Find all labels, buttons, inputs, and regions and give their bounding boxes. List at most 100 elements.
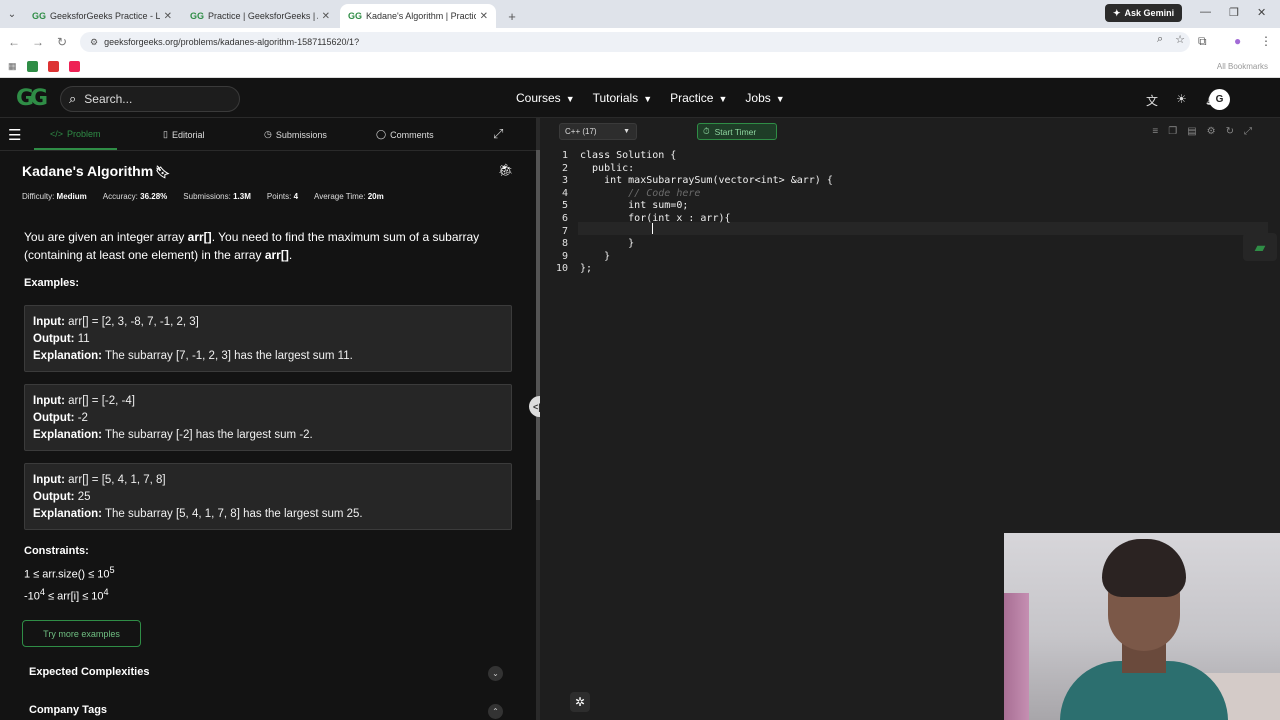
editor-toolbar-icons: ≡ ❐ ▤ ⚙ ↻ ⤢ [1152,126,1252,137]
gfg-favicon-icon: GG [348,11,363,21]
ask-gemini-button[interactable]: ✦ Ask Gemini [1105,4,1183,22]
url-field[interactable]: ⚙ geeksforgeeks.org/problems/kadanes-alg… [80,32,1190,52]
company-tags-accordion[interactable]: Company Tags [29,704,107,716]
reset-icon[interactable]: ↻ [1226,126,1234,137]
close-tab-icon[interactable]: ✕ [480,11,488,22]
apps-grid-icon[interactable]: ▦ [8,61,17,72]
meta-points: Points: 4 [266,192,299,201]
gear-icon[interactable]: ⚙ [1207,126,1216,137]
tab-search-icon[interactable]: ⌄ [0,0,24,28]
constraint-line: 1 ≤ arr.size() ≤ 105 [24,565,115,581]
fullscreen-icon[interactable]: ⤢ [493,126,503,142]
site-header: GG ⌕ Search... Courses ▼ Tutorials ▼ Pract… [0,80,1280,118]
meta-accuracy: Accuracy: 36.28% [102,192,168,201]
meta-average-time: Average Time: 20m [314,192,384,201]
site-info-icon[interactable]: ⚙ [90,37,98,48]
example-box: Input: arr[] = [2, 3, -8, 7, -1, 2, 3] O… [24,305,512,372]
all-bookmarks-link[interactable]: All Bookmarks [1217,62,1268,71]
fullscreen-icon[interactable]: ⤢ [1244,126,1252,137]
extensions-icon[interactable]: ⧉ [1198,34,1207,49]
address-bar-row: ← → ↻ ⚙ geeksforgeeks.org/problems/kadan… [0,28,1280,56]
line-number: 8 [561,238,568,250]
gfg-logo[interactable]: GG [16,88,54,110]
chevron-down-icon: ▼ [623,128,630,135]
browser-tab[interactable]: GG Practice | GeeksforGeeks | A co ✕ [182,4,338,28]
browser-tab-active[interactable]: GG Kadane's Algorithm | Practice | ✕ [340,4,496,28]
nav-jobs[interactable]: Jobs ▼ [745,91,784,105]
tab-problem[interactable]: </> Problem [34,129,116,150]
tab-title: GeeksforGeeks Practice - Leadi [50,11,160,21]
search-icon: ⌕ [69,91,77,106]
problem-pane: ☰ </> Problem ▯ Editorial ◷ Submissions ◯ Co… [0,118,536,720]
restore-icon[interactable]: ❐ [1229,6,1239,19]
tab-comments[interactable]: ◯ Comments [376,129,434,140]
tab-title: Kadane's Algorithm | Practice | [366,11,476,21]
browser-tab[interactable]: GG GeeksforGeeks Practice - Leadi ✕ [24,4,180,28]
language-select[interactable]: C++ (17) ▼ [559,123,637,140]
report-bug-icon[interactable]: 🐞︎ [498,163,513,177]
file-icon[interactable]: ▤ [1187,126,1196,137]
tab-title: Practice | GeeksforGeeks | A co [208,11,318,21]
reload-icon[interactable]: ↻ [50,35,74,49]
bookmark-icon[interactable]: 🔖︎ [155,165,170,179]
line-number: 7 [561,225,568,237]
zoom-icon[interactable]: ⌕ [1157,33,1163,46]
search-input[interactable]: ⌕ Search... [60,86,240,112]
editor-toolbar: C++ (17) ▼ ⏱︎ Start Timer ≡ ❐ ▤ ⚙ ↻ ⤢ [540,118,1280,146]
forward-icon[interactable]: → [26,35,50,49]
window-close-icon[interactable]: ✕ [1257,6,1266,19]
line-number: 5 [561,200,568,212]
start-timer-button[interactable]: ⏱︎ Start Timer [697,123,777,140]
menu-kebab-icon[interactable]: ⋮ [1260,34,1272,48]
browser-tab-bar: ⌄ GG GeeksforGeeks Practice - Leadi ✕ GG… [0,0,1280,28]
bookmark-icon[interactable] [68,61,80,72]
timer-icon: ⏱︎ [703,126,710,136]
profile-icon[interactable]: ● [1234,34,1241,48]
problem-description: You are given an integer array arr[]. Yo… [24,230,480,262]
translate-icon[interactable]: 文 [1146,92,1158,109]
code-line: } [580,250,611,262]
chevron-down-icon[interactable]: ⌄ [488,666,503,681]
clock-icon: ◷ [264,129,272,139]
chevron-down-icon: ▼ [718,94,728,104]
gfg-favicon-icon: GG [190,11,205,21]
nav-courses[interactable]: Courses ▼ [516,91,575,105]
tab-submissions[interactable]: ◷ Submissions [264,129,327,140]
chevron-down-icon: ▼ [643,94,653,104]
hamburger-menu-icon[interactable]: ☰ [8,126,21,144]
close-tab-icon[interactable]: ✕ [322,11,330,22]
line-number: 9 [561,250,568,262]
code-icon: </> [50,129,64,139]
nav-tutorials[interactable]: Tutorials ▼ [593,91,653,105]
chevron-down-icon: ▼ [775,94,785,104]
bookmark-star-icon[interactable]: ☆ [1175,33,1185,46]
meta-submissions: Submissions: 1.3M [183,192,251,201]
avatar[interactable]: G [1209,89,1230,110]
tab-editorial[interactable]: ▯ Editorial [163,129,204,140]
chevron-up-icon[interactable]: ⌃ [488,704,503,719]
ask-gemini-label: Ask Gemini [1124,8,1175,18]
try-more-examples-button[interactable]: Try more examples [22,620,141,647]
code-line: public: [580,162,635,174]
expected-complexities-accordion[interactable]: Expected Complexities [29,666,149,678]
bookmark-icon[interactable] [47,61,59,72]
theme-sun-icon[interactable]: ☀ [1176,92,1187,109]
close-tab-icon[interactable]: ✕ [164,11,172,22]
code-line: } [580,238,635,250]
gfg-favicon-icon: GG [32,11,47,21]
ai-assist-icon[interactable]: ✲ [570,692,590,712]
line-number: 2 [561,162,568,174]
minimize-icon[interactable]: — [1200,6,1211,18]
copy-icon[interactable]: ❐ [1168,126,1177,137]
webcam-overlay [1004,533,1280,720]
bookmark-icon[interactable] [26,61,38,72]
settings-list-icon[interactable]: ≡ [1152,126,1158,137]
new-tab-icon[interactable]: + [502,6,522,26]
back-icon[interactable]: ← [2,35,26,49]
bookmarks-bar: ▦ All Bookmarks [0,56,1280,78]
line-number: 3 [561,175,568,187]
chat-icon[interactable]: ▰ [1243,233,1277,261]
nav-practice[interactable]: Practice ▼ [670,91,727,105]
code-line: // Code here [580,187,701,199]
